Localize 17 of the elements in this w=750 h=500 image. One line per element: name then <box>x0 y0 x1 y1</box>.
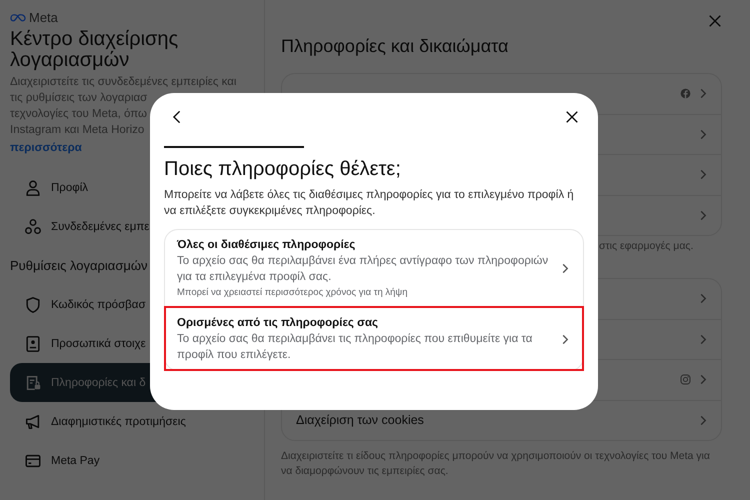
dialog-title: Ποιες πληροφορίες θέλετε; <box>164 158 402 181</box>
option-note: Μπορεί να χρειαστεί περισσότερος χρόνος για τη λήψη <box>177 286 408 300</box>
page-title: Πληροφορίες και δικαιώματα <box>281 36 508 57</box>
option-title: Όλες οι διαθέσιμες πληροφορίες <box>177 238 356 253</box>
option-description: Το αρχείο σας θα περιλαμβάνει τις πληροφορίες που επιθυμείτε για τα προφίλ που επιλέγετε. <box>177 332 534 363</box>
section-title: Ρυθμίσεις λογαριασμών <box>10 258 148 273</box>
option-description: Το αρχείο σας θα περιλαμβάνει ένα πλήρες αντίγραφο των πληροφοριών για τα επιλεγμένα προφίλ σας. <box>177 254 549 285</box>
sidebar-title: Κέντρο διαχείρισης λογαριασμών <box>10 29 180 71</box>
card-note: στις εφαρμογές μας. <box>599 240 694 252</box>
brand-name: Meta <box>29 10 58 25</box>
card-note: Διαχειριστείτε τι είδους πληροφορίες μπορούν να χρησιμοποιούν οι τεχνολογίες του Meta για να διαμορφώνουν τις εμπειρίες σας. <box>281 449 711 479</box>
description-line: τις ρυθμίσεις των λογαριασ <box>10 91 148 106</box>
dialog-description: Μπορείτε να λάβετε όλες τις διαθέσιμες πληροφορίες για το επιλεγμένο προφίλ ή να επιλέξετε συγκεκριμένες πληροφορίες. <box>164 188 575 219</box>
option-title: Ορισμένες από τις πληροφορίες σας <box>177 316 380 331</box>
description-line: Διαχειριστείτε τις συνδεδεμένες εμπειρίες και <box>10 75 236 90</box>
description-line: τεχνολογίες του Meta, όπω <box>10 107 147 122</box>
description-line: Instagram και Meta Horizo <box>10 123 144 138</box>
